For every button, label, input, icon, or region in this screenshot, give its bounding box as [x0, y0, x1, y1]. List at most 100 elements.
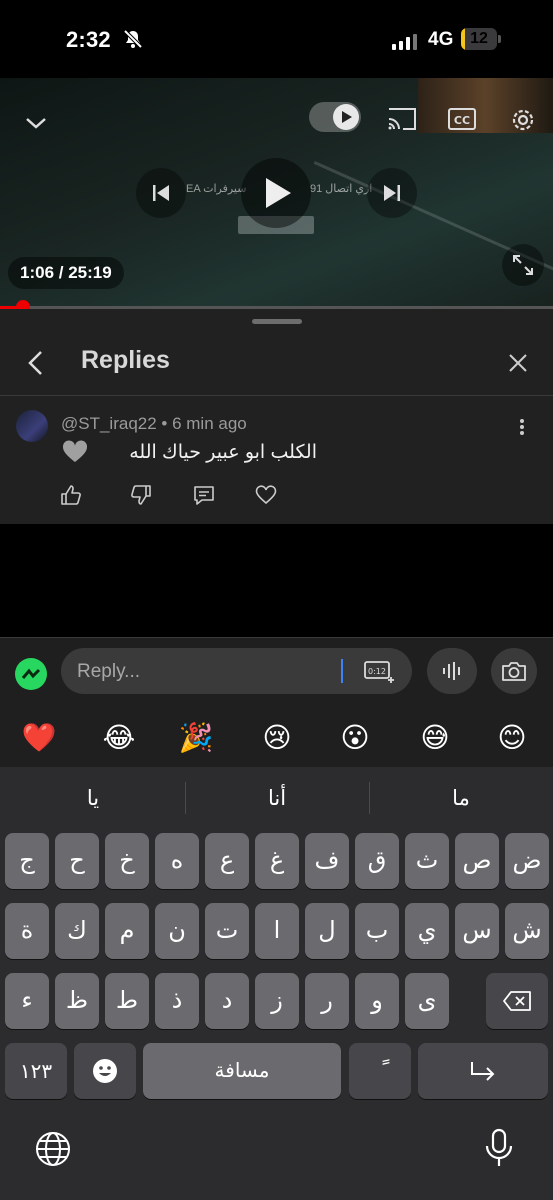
next-video-button[interactable] — [367, 168, 417, 218]
suggestion-2[interactable]: أنا — [224, 786, 330, 811]
cellular-signal-icon — [392, 34, 418, 55]
suggestion-divider — [185, 782, 186, 814]
thumbs-up-icon[interactable] — [58, 482, 84, 508]
key-row1-1[interactable]: ص — [455, 833, 499, 889]
key-row2-9[interactable]: ك — [55, 903, 99, 959]
return-key[interactable] — [418, 1043, 548, 1099]
grey-heart-icon — [62, 440, 88, 469]
key-row1-3[interactable]: ق — [355, 833, 399, 889]
key-row2-0[interactable]: ش — [505, 903, 549, 959]
key-row2-2[interactable]: ي — [405, 903, 449, 959]
panel-divider — [0, 395, 553, 396]
key-row1-10[interactable]: ج — [5, 833, 49, 889]
back-button[interactable] — [20, 347, 50, 379]
settings-gear-icon[interactable] — [507, 104, 539, 136]
suggestion-divider — [369, 782, 370, 814]
app-logo-icon[interactable] — [15, 658, 47, 690]
reply-placeholder: Reply... — [77, 661, 141, 682]
emoji-laughing[interactable]: 😂 — [99, 718, 139, 758]
key-row3-8[interactable]: ى — [405, 973, 449, 1029]
battery-nub — [498, 35, 501, 43]
reply-input[interactable]: Reply... 0:12 — [61, 648, 412, 694]
emoji-party[interactable]: 🎉 — [176, 718, 216, 758]
key-row1-2[interactable]: ث — [405, 833, 449, 889]
diacritics-key[interactable]: ً — [349, 1043, 411, 1099]
key-row1-9[interactable]: ح — [55, 833, 99, 889]
key-row2-10[interactable]: ة — [5, 903, 49, 959]
close-icon[interactable] — [505, 350, 531, 376]
key-row3-0[interactable]: ء — [5, 973, 49, 1029]
autoplay-toggle[interactable] — [309, 102, 361, 132]
emoji-smile[interactable]: 😊 — [492, 718, 532, 758]
key-row3-1[interactable]: ظ — [55, 973, 99, 1029]
timestamp-insert-icon[interactable]: 0:12 — [364, 659, 396, 688]
play-button[interactable] — [241, 158, 311, 228]
key-row2-6[interactable]: ت — [205, 903, 249, 959]
thumbs-down-icon[interactable] — [128, 482, 154, 508]
svg-text:0:12: 0:12 — [368, 667, 386, 676]
skip-next-icon — [384, 185, 400, 201]
cast-icon[interactable] — [385, 105, 419, 133]
skip-previous-icon — [153, 185, 169, 201]
chevron-left-icon — [28, 351, 42, 375]
microphone-icon[interactable] — [483, 1128, 515, 1175]
key-row2-8[interactable]: م — [105, 903, 149, 959]
key-row1-0[interactable]: ض — [505, 833, 549, 889]
suggestion-1[interactable]: يا — [40, 786, 146, 811]
backspace-key[interactable] — [486, 973, 548, 1029]
key-row2-1[interactable]: س — [455, 903, 499, 959]
key-row2-3[interactable]: ب — [355, 903, 399, 959]
comment-text: الكلب ابو عبير حياك الله — [129, 442, 317, 463]
key-row1-6[interactable]: ع — [205, 833, 249, 889]
more-options-icon[interactable] — [512, 414, 532, 440]
emoji-crying[interactable]: 😢 — [257, 718, 297, 758]
battery-icon: 12 — [461, 28, 497, 50]
status-time: 2:32 — [66, 27, 111, 52]
panel-title: Replies — [81, 346, 170, 374]
key-row1-7[interactable]: ه — [155, 833, 199, 889]
emoji-sweat-smile[interactable]: 😅 — [415, 718, 455, 758]
voice-input-button[interactable] — [427, 648, 477, 694]
suggestion-3[interactable]: ما — [408, 786, 514, 811]
video-timecode: 1:06 / 25:19 — [8, 257, 124, 289]
reply-comment-icon[interactable] — [191, 482, 217, 508]
key-row3-6[interactable]: ر — [305, 973, 349, 1029]
numbers-key[interactable]: ١٢٣ — [5, 1043, 67, 1099]
key-row1-5[interactable]: غ — [255, 833, 299, 889]
key-row1-4[interactable]: ف — [305, 833, 349, 889]
key-row3-3[interactable]: ذ — [155, 973, 199, 1029]
play-icon — [266, 178, 291, 208]
key-row1-8[interactable]: خ — [105, 833, 149, 889]
key-row3-4[interactable]: د — [205, 973, 249, 1029]
autoplay-play-icon — [333, 104, 359, 130]
smiley-icon — [93, 1059, 117, 1083]
emoji-surprised[interactable]: 😮 — [335, 718, 375, 758]
globe-icon[interactable] — [34, 1130, 72, 1173]
video-overlay-text-left: EA سيرفرات — [186, 183, 247, 195]
key-row3-7[interactable]: و — [355, 973, 399, 1029]
fullscreen-button[interactable] — [502, 244, 544, 286]
key-row3-5[interactable]: ز — [255, 973, 299, 1029]
space-key[interactable]: مسافة — [143, 1043, 341, 1099]
backspace-icon — [503, 991, 531, 1011]
emoji-keyboard-key[interactable] — [74, 1043, 136, 1099]
captions-cc-icon[interactable]: CC — [445, 105, 479, 133]
return-arrow-icon — [471, 1062, 495, 1081]
emoji-red-heart[interactable]: ❤️ — [19, 718, 59, 758]
camera-icon[interactable] — [491, 648, 537, 694]
sound-wave-icon — [443, 662, 460, 680]
heart-outline-icon[interactable] — [253, 482, 279, 508]
video-player[interactable]: CC EA سيرفرات 91 اري اتصال 1:06 / 25:19 — [0, 78, 553, 308]
key-row2-4[interactable]: ل — [305, 903, 349, 959]
key-row2-7[interactable]: ن — [155, 903, 199, 959]
key-row3-2[interactable]: ط — [105, 973, 149, 1029]
svg-text:CC: CC — [454, 114, 470, 127]
comment-meta: @ST_iraq22 • 6 min ago — [61, 414, 247, 433]
collapse-player-button[interactable] — [18, 108, 54, 138]
panel-drag-handle[interactable] — [252, 319, 302, 324]
battery-percent: 12 — [470, 30, 488, 47]
video-overlay-text-right: 91 اري اتصال — [310, 183, 373, 195]
key-row2-5[interactable]: ا — [255, 903, 299, 959]
previous-video-button[interactable] — [136, 168, 186, 218]
avatar[interactable] — [16, 410, 48, 442]
